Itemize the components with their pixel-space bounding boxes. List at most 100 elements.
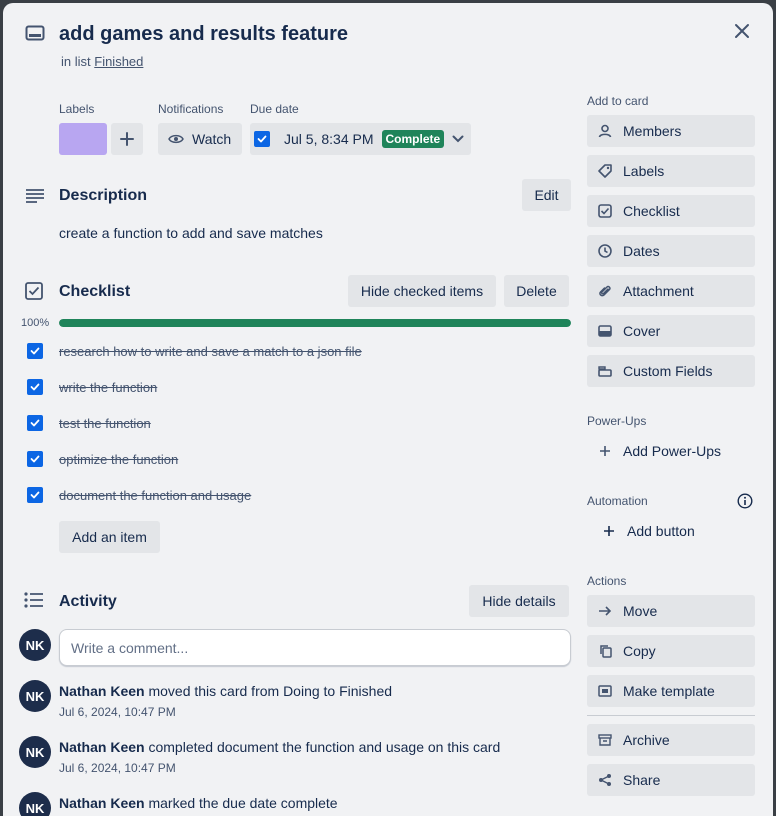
info-icon[interactable] (737, 493, 753, 509)
description-text[interactable]: create a function to add and save matche… (59, 225, 323, 241)
avatar[interactable]: NK (19, 792, 51, 816)
copy-label: Copy (623, 643, 656, 659)
checklist-progress-percent: 100% (21, 317, 50, 329)
comment-input[interactable] (59, 629, 571, 666)
due-date-heading: Due date (250, 102, 299, 116)
watch-label: Watch (192, 131, 232, 147)
checkbox-icon (597, 203, 613, 219)
share-button[interactable]: Share (587, 764, 755, 796)
attachment-button[interactable]: Attachment (587, 275, 755, 307)
checklist-item-text[interactable]: test the function (59, 416, 151, 431)
custom-fields-button[interactable]: Custom Fields (587, 355, 755, 387)
activity-timestamp[interactable]: Jul 6, 2024, 10:47 PM (59, 705, 176, 719)
activity-timestamp[interactable]: Jul 6, 2024, 10:47 PM (59, 761, 176, 775)
custom-fields-icon (597, 363, 613, 379)
checklist-item-checkbox[interactable] (27, 343, 43, 359)
eye-icon (168, 134, 184, 144)
avatar[interactable]: NK (19, 629, 51, 661)
actions-heading: Actions (587, 574, 627, 588)
add-label-button[interactable] (111, 123, 143, 155)
hide-checked-items-button[interactable]: Hide checked items (348, 275, 496, 307)
add-button-label: Add button (627, 523, 695, 539)
labels-label: Labels (623, 163, 665, 179)
checkmark-icon (30, 491, 40, 499)
checklist-heading: Checklist (59, 283, 131, 300)
checklist-item-checkbox[interactable] (27, 451, 43, 467)
checkmark-icon (30, 455, 40, 463)
watch-button[interactable]: Watch (158, 123, 242, 155)
make-template-label: Make template (623, 683, 715, 699)
checkmark-icon (30, 383, 40, 391)
add-to-card-heading: Add to card (587, 94, 649, 108)
complete-badge: Complete (381, 130, 445, 148)
card-title[interactable]: add games and results feature (59, 23, 348, 46)
cover-button[interactable]: Cover (587, 315, 755, 347)
due-complete-checkbox[interactable] (254, 131, 270, 147)
add-checklist-item-button[interactable]: Add an item (59, 521, 160, 553)
card-detail-dialog: add games and results feature in list Fi… (3, 3, 773, 816)
checklist-item-checkbox[interactable] (27, 487, 43, 503)
checklist-item-text[interactable]: optimize the function (59, 452, 178, 467)
checklist-item-checkbox[interactable] (27, 415, 43, 431)
activity-entry: Nathan Keen completed document the funct… (59, 739, 500, 755)
automation-heading: Automation (587, 494, 648, 508)
avatar[interactable]: NK (19, 680, 51, 712)
activity-user[interactable]: Nathan Keen (59, 739, 145, 755)
delete-checklist-button[interactable]: Delete (504, 275, 569, 307)
copy-button[interactable]: Copy (587, 635, 755, 667)
checklist-item-checkbox[interactable] (27, 379, 43, 395)
move-button[interactable]: Move (587, 595, 755, 627)
edit-description-button[interactable]: Edit (522, 179, 571, 211)
cover-label: Cover (623, 323, 661, 339)
checklist-item[interactable]: research how to write and save a match t… (27, 339, 362, 363)
archive-label: Archive (623, 732, 670, 748)
add-automation-button[interactable]: Add button (587, 515, 755, 547)
archive-button[interactable]: Archive (587, 724, 755, 756)
members-label: Members (623, 123, 682, 139)
checkmark-icon (257, 135, 267, 143)
attachment-label: Attachment (623, 283, 694, 299)
checklist-item-text[interactable]: write the function (59, 380, 157, 395)
tag-icon (597, 163, 613, 179)
activity-heading: Activity (59, 593, 117, 610)
activity-icon (24, 592, 43, 608)
template-icon (597, 683, 613, 699)
list-link[interactable]: Finished (94, 54, 143, 69)
checklist-item[interactable]: document the function and usage (27, 483, 251, 507)
checklist-button[interactable]: Checklist (587, 195, 755, 227)
close-button[interactable] (727, 16, 757, 46)
checkmark-icon (30, 347, 40, 355)
checklist-label: Checklist (623, 203, 680, 219)
share-label: Share (623, 772, 661, 788)
activity-entry: Nathan Keen moved this card from Doing t… (59, 683, 392, 699)
checklist-item-text[interactable]: document the function and usage (59, 488, 251, 503)
archive-icon (597, 732, 613, 748)
paperclip-icon (597, 283, 613, 299)
plus-icon (120, 132, 134, 146)
make-template-button[interactable]: Make template (587, 675, 755, 707)
labels-button[interactable]: Labels (587, 155, 755, 187)
activity-action: completed document the function and usag… (148, 739, 501, 755)
activity-user[interactable]: Nathan Keen (59, 683, 145, 699)
checklist-item[interactable]: test the function (27, 411, 151, 435)
hide-details-button[interactable]: Hide details (469, 585, 569, 617)
checklist-item[interactable]: optimize the function (27, 447, 178, 471)
members-button[interactable]: Members (587, 115, 755, 147)
checklist-item-text[interactable]: research how to write and save a match t… (59, 344, 362, 359)
labels-heading: Labels (59, 102, 95, 116)
notifications-heading: Notifications (158, 102, 224, 116)
clock-icon (597, 243, 613, 259)
avatar[interactable]: NK (19, 736, 51, 768)
power-ups-heading: Power-Ups (587, 414, 647, 428)
plus-icon (601, 523, 617, 539)
due-date-button[interactable]: Jul 5, 8:34 PM Complete (250, 123, 471, 155)
description-heading: Description (59, 187, 148, 204)
add-power-ups-button[interactable]: Add Power-Ups (587, 435, 755, 467)
dates-button[interactable]: Dates (587, 235, 755, 267)
checklist-item[interactable]: write the function (27, 375, 157, 399)
activity-user[interactable]: Nathan Keen (59, 795, 145, 811)
move-label: Move (623, 603, 658, 619)
label-chip[interactable] (59, 123, 107, 155)
checklist-progress-bar (59, 319, 571, 327)
description-icon (26, 189, 44, 203)
